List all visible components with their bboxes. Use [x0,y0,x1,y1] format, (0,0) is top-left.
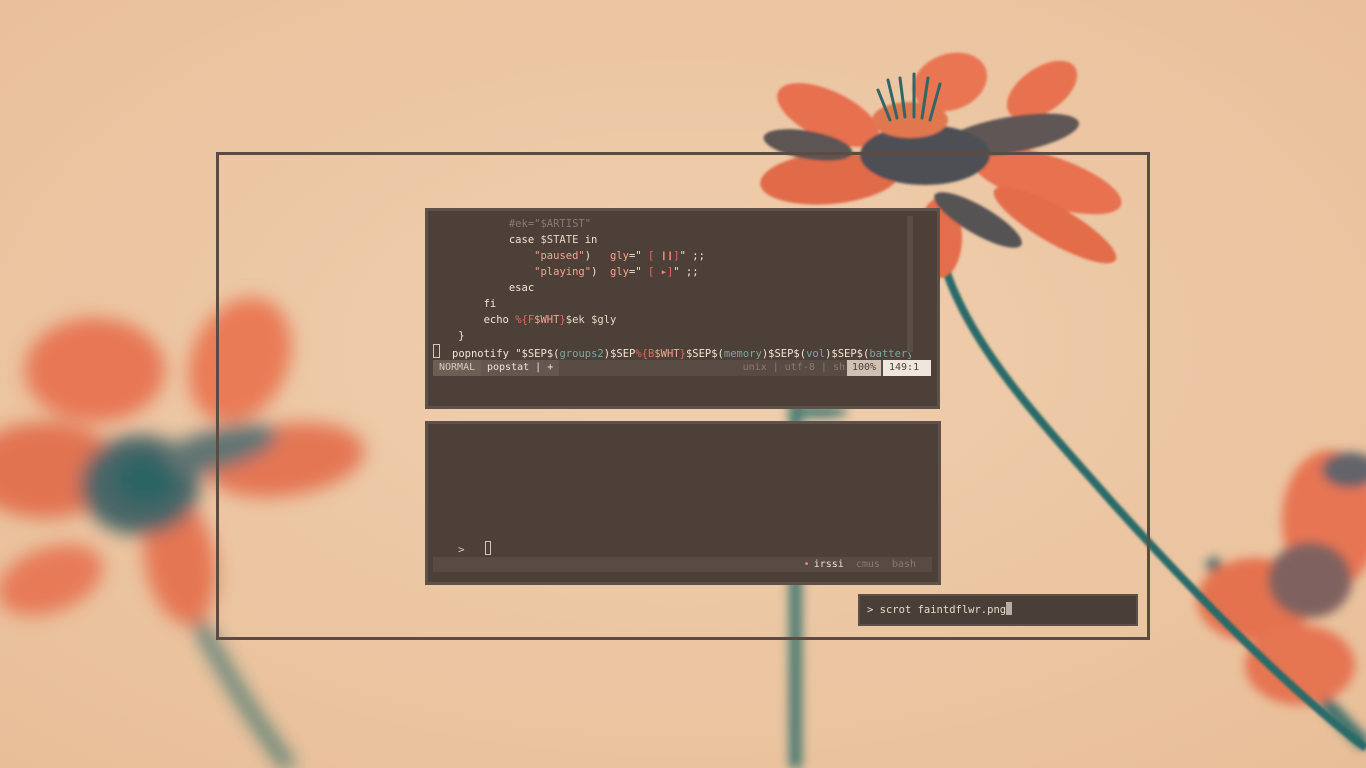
code-token: #ek="$ARTIST" [508,218,592,230]
code-token: groups2 [559,348,604,360]
code-token: ) [591,266,611,278]
code-token: " ;; [679,250,705,262]
code-token: esac [508,282,535,294]
code-token: $SEP$( [685,348,724,360]
code-token: =" [629,266,648,278]
statusline-mode: NORMAL [433,360,482,376]
code-token: $STATE [540,234,579,246]
code-token: ) [584,250,611,262]
tmux-tab-label: cmus [855,559,880,570]
code-line: popnotify "$SEP$(groups2)$SEP%{B$WHT}$SE… [433,344,911,360]
code-token: [ [647,266,661,278]
code-token: )$SEP [603,348,636,360]
code-token: %{B [635,348,655,360]
statusline-file-info: unix | utf-8 | sh [742,362,845,373]
code-token: "paused" [534,250,585,262]
shell-cursor [484,541,491,555]
code-token: memory [723,348,762,360]
editor-statusline: NORMAL popstat | + unix | utf-8 | sh 100… [433,360,931,376]
code-token: vol [806,348,826,360]
code-line: fi [433,296,911,312]
editor-cursor [433,344,440,358]
code-token: $ek $gly [565,314,617,326]
code-token: )$SEP$( [825,348,870,360]
code-token: $WHT [534,314,560,326]
launcher-terminal[interactable]: > scrot faintdflwr.png [858,594,1138,626]
code-line: echo %{F$WHT}$ek $gly [433,312,911,328]
tmux-tab-label: irssi [813,559,844,570]
launcher-command-text: scrot faintdflwr.png [879,604,1007,616]
code-token: fi [483,298,497,310]
editor-terminal[interactable]: #ek="$ARTIST" case $STATE in "paused") g… [425,208,940,409]
code-token: } [458,330,465,342]
code-token: popnotify [452,348,516,360]
code-line: #ek="$ARTIST" [433,216,911,232]
code-line: esac [433,280,911,296]
tmux-tab-cmus[interactable]: cmus [856,559,880,570]
statusline-filename: popstat | + [481,360,560,376]
editor-code-area[interactable]: #ek="$ARTIST" case $STATE in "paused") g… [433,216,911,360]
tmux-tab-label: bash [891,559,916,570]
code-token: batterystate [869,348,911,360]
tmux-window-tabs: • irssi cmus bash [792,557,916,572]
tmux-tab-irssi[interactable]: • irssi [804,559,844,570]
code-token: in [578,234,598,246]
code-token: [ [647,250,661,262]
statusline-position: 149:1 [883,360,931,376]
tmux-tab-bash[interactable]: bash [892,559,916,570]
active-tab-dot-icon: • [803,559,810,570]
statusline-percent: 100% [847,360,881,376]
shell-prompt-glyph: > [458,543,465,556]
code-token: case [508,234,541,246]
code-token: gly [610,266,629,278]
code-token: =" [629,250,648,262]
code-line: } [433,328,911,344]
code-token: "$SEP$( [515,348,560,360]
launcher-cursor [1006,602,1013,615]
tmux-statusbar: • irssi cmus bash [433,557,932,572]
code-token: " ;; [673,266,699,278]
launcher-command-line[interactable]: > scrot faintdflwr.png [867,602,1013,616]
code-line: case $STATE in [433,232,911,248]
shell-prompt-line[interactable]: > [458,541,491,557]
code-token: $WHT [654,348,680,360]
code-token: )$SEP$( [761,348,807,360]
code-line: "playing") gly=" [ ▸]" ;; [433,264,911,280]
launcher-prompt-glyph: > [867,604,874,616]
editor-scrollbar[interactable] [907,216,913,352]
code-token: echo [483,314,516,326]
code-line: "paused") gly=" [ ❙❙]" ;; [433,248,911,264]
code-token: %{F [515,314,535,326]
code-token: ❙❙ [660,250,674,262]
code-token: gly [610,250,629,262]
code-token: "playing" [534,266,592,278]
shell-terminal[interactable]: > • irssi cmus bash [425,421,941,585]
